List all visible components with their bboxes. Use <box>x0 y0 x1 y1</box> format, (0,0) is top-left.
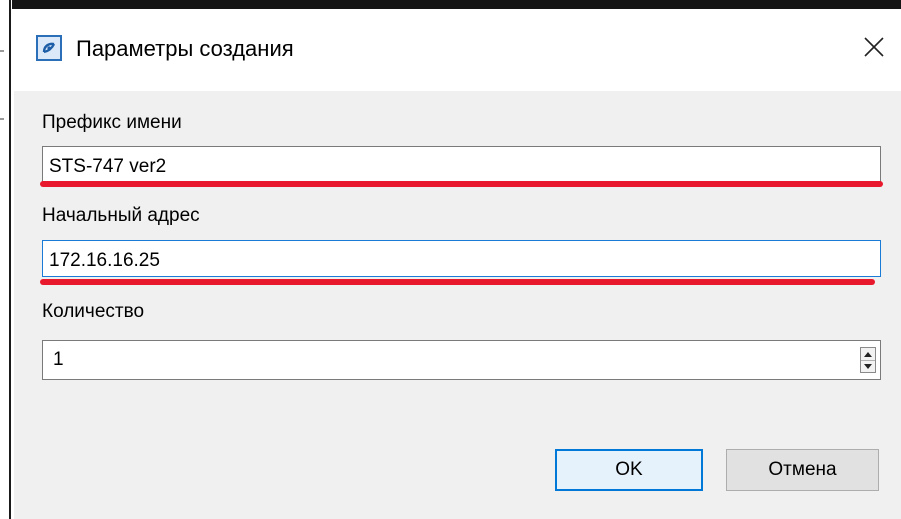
dialog-title: Параметры создания <box>76 36 294 61</box>
quantity-value: 1 <box>53 349 64 370</box>
name-prefix-input[interactable] <box>42 146 881 183</box>
annotation-underline <box>40 181 883 187</box>
name-prefix-label: Префикс имени <box>42 112 182 133</box>
quantity-label: Количество <box>42 301 145 322</box>
outer-window-tick <box>0 118 4 120</box>
quantity-stepper[interactable]: 1 <box>42 340 881 380</box>
cancel-button[interactable]: Отмена <box>726 449 879 491</box>
close-icon <box>864 37 884 57</box>
outer-window-border-top <box>0 0 901 9</box>
annotation-underline <box>40 279 875 285</box>
outer-window-tick <box>0 50 4 52</box>
arrow-down-icon <box>864 364 872 369</box>
dialog-titlebar: Параметры создания <box>14 9 901 91</box>
outer-window-border-left <box>0 0 12 519</box>
quantity-stepper-buttons <box>860 347 876 373</box>
start-address-input[interactable] <box>42 240 881 277</box>
close-button[interactable] <box>854 27 894 67</box>
outer-window-border-line <box>9 0 11 519</box>
creation-parameters-dialog: Параметры создания Префикс имени Начальн… <box>14 9 901 519</box>
stepper-down-button[interactable] <box>861 360 875 372</box>
start-address-label: Начальный адрес <box>42 205 200 226</box>
app-logo-icon <box>36 35 62 61</box>
ok-button[interactable]: OK <box>555 449 703 491</box>
